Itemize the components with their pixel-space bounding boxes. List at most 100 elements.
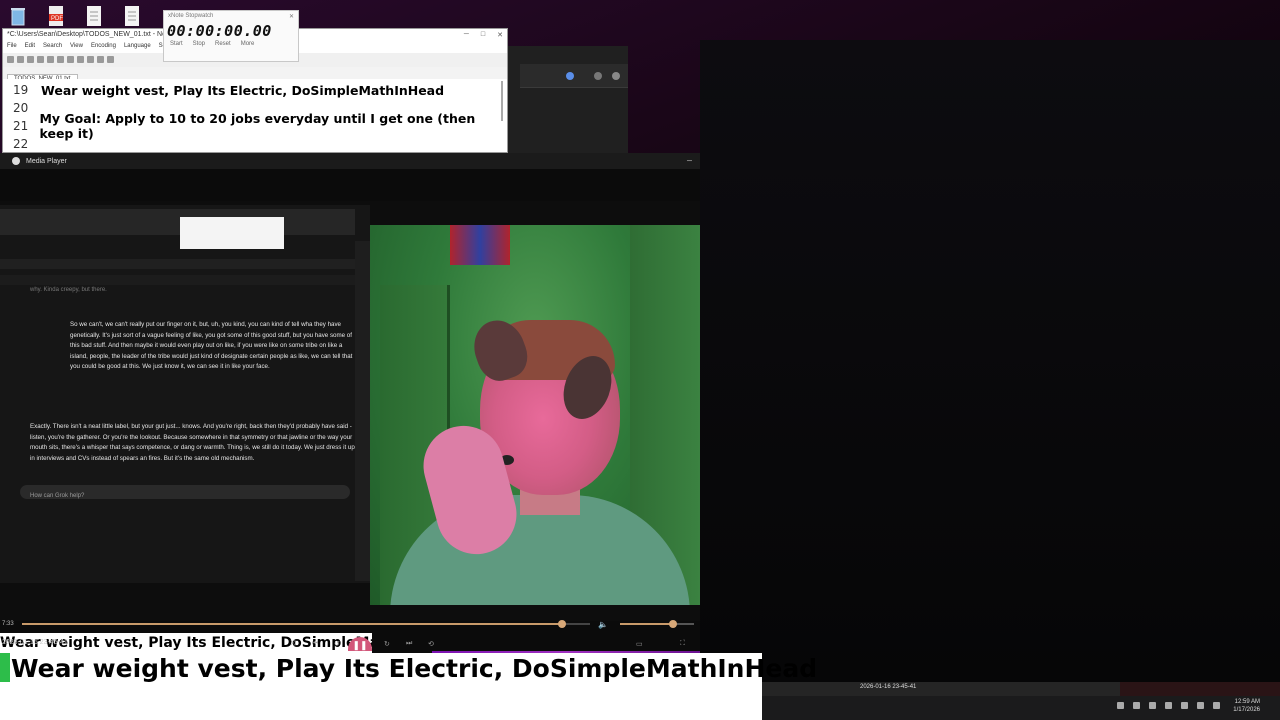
shuffle-icon[interactable]: ⤨ — [290, 640, 296, 648]
repeat-icon[interactable]: ⟲ — [428, 640, 434, 648]
tray-app-icon[interactable] — [1133, 702, 1140, 709]
extension-icon[interactable] — [566, 72, 574, 80]
redo-icon[interactable] — [107, 56, 114, 63]
volume-thumb[interactable] — [669, 620, 678, 628]
caption-green-marker — [0, 653, 10, 682]
stopwatch-window[interactable]: xNote Stopwatch ✕ 00:00:00.00 Start Stop… — [163, 10, 299, 62]
previous-icon[interactable]: ⏮ — [312, 640, 318, 648]
maximize-icon[interactable]: □ — [481, 31, 485, 41]
line-text: My Goal: Apply to 10 to 20 jobs everyday… — [39, 111, 476, 141]
tray-app-icon[interactable] — [1165, 702, 1172, 709]
cut-icon[interactable] — [67, 56, 74, 63]
line-text: Wear weight vest, Play Its Electric, DoS… — [41, 82, 445, 98]
editor-line: 19 Wear weight vest, Play Its Electric, D… — [3, 81, 507, 99]
volume-fill — [620, 623, 674, 625]
more-button[interactable]: More — [241, 41, 255, 47]
pdf-file-icon[interactable]: PDF — [44, 4, 68, 28]
settings-icon[interactable] — [612, 72, 620, 80]
seek-row: 7:33 🔈 — [0, 617, 700, 631]
menu-edit[interactable]: Edit — [25, 43, 35, 53]
video-datetime: 2026-01-16 23-45-41 — [2, 639, 68, 646]
media-player-title: Media Player — [26, 157, 67, 165]
miniplayer-icon[interactable]: ▭ — [636, 640, 643, 648]
seek-bar[interactable] — [22, 620, 590, 628]
tray-chevron-icon[interactable] — [1117, 702, 1124, 709]
line-number: 22 — [13, 137, 29, 151]
menu-search[interactable]: Search — [43, 43, 62, 53]
menu-view[interactable]: View — [70, 43, 83, 53]
taskbar-clock[interactable]: 12:59 AM 1/17/2026 — [1233, 698, 1260, 714]
minimize-icon[interactable]: ─ — [464, 31, 469, 41]
chat-previous-message: why. Kinda creepy, but there. — [30, 287, 107, 293]
stop-button[interactable]: Stop — [193, 41, 205, 47]
battery-icon[interactable] — [1213, 702, 1220, 709]
undo-icon[interactable] — [97, 56, 104, 63]
save-icon[interactable] — [27, 56, 34, 63]
extension-icon[interactable] — [594, 72, 602, 80]
copy-icon[interactable] — [77, 56, 84, 63]
line-number: 19 — [13, 83, 29, 97]
wifi-icon[interactable] — [1181, 702, 1188, 709]
video-browser-address — [0, 259, 355, 269]
background-browser-window[interactable] — [508, 46, 628, 153]
menu-language[interactable]: Language — [124, 43, 151, 53]
desktop-icons: PDF — [6, 4, 144, 28]
stopwatch-title: xNote Stopwatch — [168, 13, 214, 19]
print-icon[interactable] — [57, 56, 64, 63]
close-icon[interactable]: ✕ — [497, 31, 503, 41]
seek-bar-fill — [22, 623, 562, 625]
video-frame[interactable]: why. Kinda creepy, but there. So we can'… — [0, 201, 700, 657]
menu-encoding[interactable]: Encoding — [91, 43, 116, 53]
next-icon[interactable]: ⏭ — [406, 640, 412, 648]
stopwatch-buttons: Start Stop Reset More — [164, 40, 298, 48]
menu-file[interactable]: File — [7, 43, 17, 53]
reset-button[interactable]: Reset — [215, 41, 231, 47]
video-browser-toolbar — [0, 209, 355, 235]
volume-icon[interactable]: 🔈 — [598, 620, 608, 629]
webcam-overlay — [370, 225, 700, 605]
fullscreen-icon[interactable]: ⛶ — [680, 640, 685, 648]
taskbar: 2026-01-16 23-45-41 12:59 AM 1/17/2026 — [762, 682, 1280, 720]
clock-date: 1/17/2026 — [1233, 707, 1260, 713]
current-time: 7:33 — [2, 621, 14, 627]
media-player-titlebar: Media Player ─ — [0, 153, 700, 169]
tray-app-icon[interactable] — [1149, 702, 1156, 709]
video-side-pane — [355, 241, 370, 581]
volume-slider[interactable] — [620, 620, 694, 628]
rewind-icon[interactable]: ↺ — [334, 640, 340, 648]
document-icon[interactable] — [82, 4, 106, 28]
line-number: 21 — [13, 119, 29, 133]
video-stopwatch-window — [180, 217, 284, 249]
taskbar-recording-label[interactable]: 2026-01-16 23-45-41 — [860, 684, 916, 690]
chat-input-placeholder: How can Grok help? — [30, 493, 85, 499]
media-player-window[interactable]: Media Player ─ why. Kinda creepy, but th… — [0, 153, 700, 683]
desktop-background — [700, 40, 1280, 682]
pause-button[interactable]: ❚❚ — [348, 637, 372, 651]
paste-icon[interactable] — [87, 56, 94, 63]
recycle-bin-icon[interactable] — [6, 4, 30, 28]
seek-thumb[interactable] — [557, 620, 566, 628]
open-file-icon[interactable] — [17, 56, 24, 63]
editor-scrollbar[interactable] — [501, 81, 503, 121]
close-icon[interactable]: ✕ — [289, 13, 294, 20]
chat-message-assistant: Exactly. There isn't a neat little label… — [30, 423, 355, 462]
text-editor[interactable]: 19 Wear weight vest, Play Its Electric, D… — [3, 79, 507, 152]
pause-icon: ❚❚ — [352, 640, 368, 650]
minimize-icon[interactable]: ─ — [687, 158, 692, 165]
document-icon[interactable] — [120, 4, 144, 28]
forward-icon[interactable]: ↻ — [384, 640, 390, 648]
svg-text:PDF: PDF — [51, 16, 63, 22]
start-button[interactable]: Start — [170, 41, 183, 47]
new-file-icon[interactable] — [7, 56, 14, 63]
taskbar-red-block — [1120, 682, 1280, 696]
clock-time: 12:59 AM — [1234, 699, 1260, 705]
editor-line: 21 My Goal: Apply to 10 to 20 jobs everyd… — [3, 111, 507, 141]
caption-overlay: Wear weight vest, Play Its Electric, DoS… — [0, 653, 817, 720]
save-all-icon[interactable] — [37, 56, 44, 63]
volume-icon[interactable] — [1197, 702, 1204, 709]
stopwatch-titlebar: xNote Stopwatch ✕ — [164, 11, 298, 22]
media-player-logo-icon — [12, 157, 20, 165]
system-tray — [1117, 702, 1220, 709]
close-file-icon[interactable] — [47, 56, 54, 63]
webcam-hanging-cloth — [450, 225, 510, 265]
